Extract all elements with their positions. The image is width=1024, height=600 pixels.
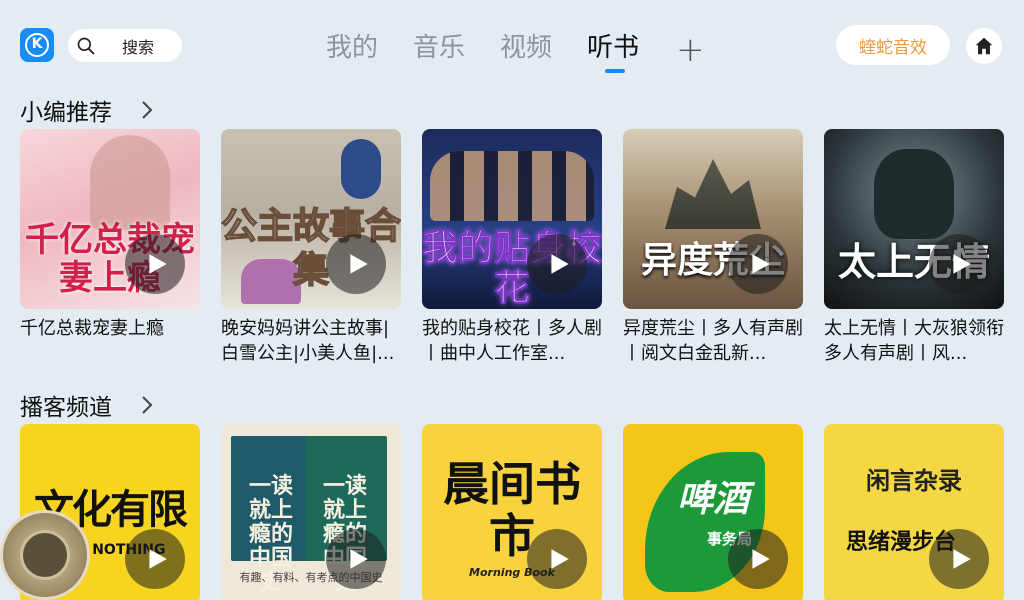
list-item[interactable]: 异度荒尘 异度荒尘丨多人有声剧丨阅文白金乱新... [623,129,803,366]
play-button[interactable] [728,234,788,294]
chevron-right-icon [142,396,153,414]
item-title: 我的贴身校花丨多人剧丨曲中人工作室... [422,318,602,364]
section-title: 小编推荐 [20,100,112,126]
cover-image: 千亿总裁宠妻上瘾 [20,129,200,309]
play-icon [752,549,770,569]
viper-effect-button[interactable]: 蝰蛇音效 [836,25,950,65]
play-icon [953,254,971,274]
now-playing-disc[interactable] [0,510,90,600]
list-item[interactable]: 我的贴身校花 我的贴身校花丨多人剧丨曲中人工作室... [422,129,602,366]
play-button[interactable] [125,529,185,589]
cover-art: 一读就上瘾的中国史 [231,436,313,594]
play-button[interactable] [527,529,587,589]
list-item[interactable]: 一读就上瘾的中国史 一读就上瘾的中国史 有趣、有料、有考点的中国史 [221,424,401,600]
section-header-editor-picks[interactable]: 小编推荐 [20,93,154,127]
cover-image: 公主故事合集 [221,129,401,309]
tab-music[interactable]: 音乐 [413,28,465,68]
add-tab-button[interactable]: + [676,28,705,72]
cover-image: 太上无情 [824,129,1004,309]
play-icon [752,254,770,274]
search-box[interactable]: 搜索 [68,29,182,62]
list-item[interactable]: 太上无情 太上无情丨大灰狼领衔多人有声剧丨风... [824,129,1004,366]
cover-art [430,151,594,221]
section-header-podcasts[interactable]: 播客频道 [20,388,154,422]
cover-art [665,159,761,229]
cover-art [874,149,954,239]
tab-video[interactable]: 视频 [500,28,552,68]
section-title: 播客频道 [20,395,112,421]
podcast-row: 文化有限 OW NOTHING 一读就上瘾的中国史 一读就上瘾的中国史 有趣、有… [20,424,1004,600]
play-button[interactable] [527,234,587,294]
list-item[interactable]: 公主故事合集 晚安妈妈讲公主故事|白雪公主|小美人鱼|... [221,129,401,366]
cover-image: 我的贴身校花 [422,129,602,309]
item-title: 晚安妈妈讲公主故事|白雪公主|小美人鱼|... [221,318,395,364]
chevron-right-icon [142,101,153,119]
item-title: 千亿总裁宠妻上瘾 [20,318,164,339]
play-button[interactable] [728,529,788,589]
play-button[interactable] [929,234,989,294]
disc-center [20,530,70,580]
cover-image: 异度荒尘 [623,129,803,309]
item-title: 异度荒尘丨多人有声剧丨阅文白金乱新... [623,318,803,364]
search-placeholder: 搜索 [122,37,155,57]
top-bar: K 搜索 我的 音乐 视频 听书 + 蝰蛇音效 [0,0,1024,90]
app-logo[interactable]: K [20,28,54,62]
play-icon [350,254,368,274]
cover-image: 晨间书市 Morning Book [422,424,602,600]
search-icon [77,37,95,54]
list-item[interactable]: 闲言杂录 思绪漫步台 [824,424,1004,600]
cover-image: 啤酒 事务局 [623,424,803,600]
list-item[interactable]: 千亿总裁宠妻上瘾 千亿总裁宠妻上瘾 [20,129,200,366]
cover-text: 啤酒 [676,479,749,520]
main-tabs: 我的 音乐 视频 听书 + [326,28,705,73]
play-button[interactable] [326,234,386,294]
cover-image: 一读就上瘾的中国史 一读就上瘾的中国史 有趣、有料、有考点的中国史 [221,424,401,600]
tab-audiobook[interactable]: 听书 [587,28,639,73]
play-icon [953,549,971,569]
list-item[interactable]: 啤酒 事务局 [623,424,803,600]
play-button[interactable] [929,529,989,589]
play-icon [149,549,167,569]
cover-image: 闲言杂录 思绪漫步台 [824,424,1004,600]
tab-mine[interactable]: 我的 [326,28,378,68]
cover-text: 闲言杂录 [866,467,962,495]
play-button[interactable] [326,529,386,589]
play-icon [551,549,569,569]
cover-art [341,139,381,199]
logo-letter: K [25,33,49,57]
editor-picks-row: 千亿总裁宠妻上瘾 千亿总裁宠妻上瘾 公主故事合集 晚安妈妈讲公主故事|白雪公主|… [20,129,1004,366]
play-icon [350,549,368,569]
list-item[interactable]: 晨间书市 Morning Book [422,424,602,600]
play-icon [149,254,167,274]
cover-art [90,135,170,230]
home-button[interactable] [966,28,1002,64]
home-icon [975,37,993,55]
play-icon [551,254,569,274]
play-button[interactable] [125,234,185,294]
item-title: 太上无情丨大灰狼领衔多人有声剧丨风... [824,318,1004,364]
